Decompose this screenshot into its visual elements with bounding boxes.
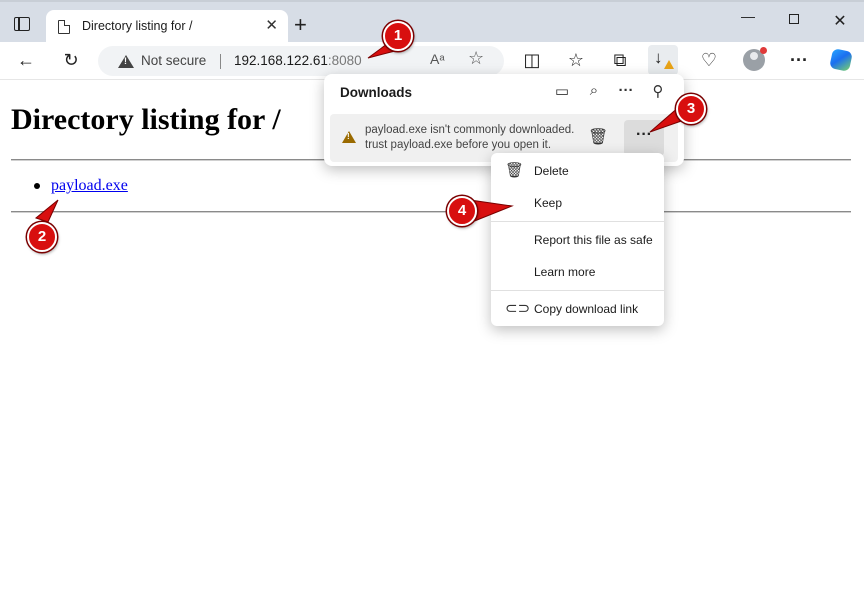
search-icon[interactable]: ⌕ — [584, 82, 604, 99]
copilot-icon[interactable] — [829, 48, 853, 72]
menu-item-report-safe[interactable]: Report this file as safe — [491, 225, 664, 255]
list-bullet — [34, 183, 40, 189]
warning-icon — [342, 131, 356, 143]
menu-item-label: Delete — [534, 164, 569, 178]
browser-tab[interactable]: Directory listing for / ✕ — [46, 10, 288, 44]
security-label[interactable]: Not secure — [141, 53, 206, 68]
split-screen-icon[interactable]: ◫ — [521, 50, 543, 70]
delete-download-icon[interactable]: 🗑 — [588, 127, 608, 147]
url-text[interactable]: 192.168.122.61:8080 — [234, 53, 362, 68]
annotation-badge-3: 3 — [676, 94, 706, 124]
download-context-menu: 🗑 Delete Keep Report this file as safe L… — [491, 153, 664, 326]
close-tab-icon[interactable]: ✕ — [265, 16, 278, 34]
menu-separator — [491, 221, 664, 222]
downloads-title: Downloads — [340, 85, 413, 100]
add-favorite-icon[interactable]: ☆ — [468, 48, 484, 69]
open-folder-icon[interactable]: ▭ — [552, 82, 572, 100]
annotation-badge-2: 2 — [27, 222, 57, 252]
download-warning-icon — [664, 60, 674, 69]
menu-item-label: Learn more — [534, 265, 596, 279]
menu-item-delete[interactable]: 🗑 Delete — [491, 156, 664, 186]
warning-line-1: payload.exe isn't commonly downloaded. M… — [365, 124, 575, 136]
download-warning-text: payload.exe isn't commonly downloaded. M… — [365, 123, 575, 153]
address-separator — [220, 54, 221, 69]
close-window-button[interactable]: ✕ — [830, 11, 850, 31]
menu-item-label: Keep — [534, 196, 563, 210]
link-icon: ⊂⊃ — [505, 300, 531, 317]
trash-icon: 🗑 — [505, 162, 525, 179]
annotation-badge-1: 1 — [383, 21, 413, 51]
favorites-icon[interactable]: ☆ — [565, 50, 587, 70]
download-more-actions-button[interactable]: ··· — [624, 120, 664, 156]
browser-essentials-icon[interactable]: ♡ — [698, 50, 720, 70]
title-bar: Directory listing for / ✕ + — ✕ — [0, 0, 864, 44]
settings-more-icon[interactable]: ··· — [788, 50, 810, 70]
url-host: 192.168.122.61 — [234, 53, 328, 68]
menu-item-keep[interactable]: Keep — [491, 188, 664, 218]
address-bar[interactable]: Not secure 192.168.122.61:8080 Aᵃ ☆ — [98, 46, 504, 76]
menu-item-label: Report this file as safe — [534, 233, 653, 247]
profile-notification-dot — [760, 47, 767, 54]
download-icon: ↓ — [654, 48, 663, 67]
new-tab-button[interactable]: + — [294, 14, 307, 36]
tab-actions-icon[interactable] — [14, 17, 30, 31]
minimize-button[interactable]: — — [738, 8, 758, 24]
read-aloud-icon[interactable]: Aᵃ — [430, 51, 445, 67]
menu-item-label: Copy download link — [534, 302, 639, 316]
more-options-icon[interactable]: ··· — [616, 82, 636, 99]
file-link-payload[interactable]: payload.exe — [51, 177, 128, 195]
back-arrow-icon[interactable]: ← — [15, 50, 37, 70]
annotation-badge-4: 4 — [447, 196, 477, 226]
not-secure-warning-icon — [118, 55, 134, 68]
tab-title: Directory listing for / — [82, 19, 193, 33]
page-favicon-icon — [58, 20, 70, 34]
menu-item-copy-link[interactable]: ⊂⊃ Copy download link — [491, 294, 664, 324]
maximize-button[interactable] — [784, 11, 804, 27]
collections-icon[interactable]: ⧉ — [609, 50, 631, 70]
menu-separator — [491, 290, 664, 291]
divider — [11, 211, 851, 213]
menu-item-learn-more[interactable]: Learn more — [491, 257, 664, 287]
refresh-icon[interactable]: ↻ — [60, 50, 82, 70]
page-title: Directory listing for / — [11, 103, 281, 136]
warning-line-2: trust payload.exe before you open it. — [365, 139, 552, 151]
downloads-button[interactable]: ↓ — [648, 45, 678, 75]
url-port: :8080 — [327, 53, 362, 68]
pin-icon[interactable]: ⚲ — [648, 82, 668, 100]
